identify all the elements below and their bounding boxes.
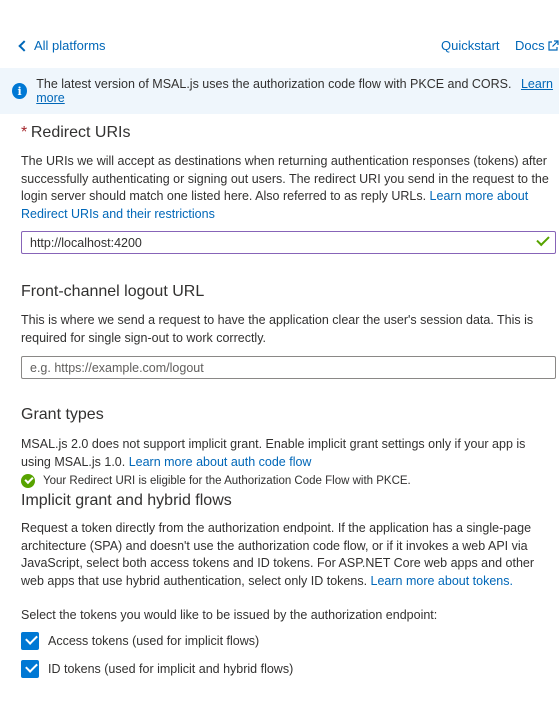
logout-url-placeholder: e.g. https://example.com/logout [30, 360, 204, 375]
top-navigation: All platforms Quickstart Docs [18, 38, 559, 58]
implicit-grant-heading: Implicit grant and hybrid flows [21, 492, 232, 509]
info-banner: i The latest version of MSAL.js uses the… [0, 68, 559, 114]
all-platforms-label: All platforms [34, 38, 106, 53]
implicit-grant-description: Request a token directly from the author… [21, 520, 557, 590]
logout-url-description: This is where we send a request to have … [21, 313, 534, 345]
docs-label: Docs [515, 38, 545, 53]
access-tokens-label: Access tokens (used for implicit flows) [48, 634, 260, 648]
info-icon: i [12, 83, 28, 99]
quickstart-link[interactable]: Quickstart [441, 38, 500, 53]
auth-code-flow-link[interactable]: Learn more about auth code flow [129, 455, 312, 469]
all-platforms-link[interactable]: All platforms [18, 38, 106, 53]
redirect-uris-title: Redirect URIs [30, 124, 131, 141]
redirect-uri-input[interactable]: http://localhost:4200 [21, 231, 556, 254]
tokens-learn-more-link[interactable]: Learn more about tokens. [371, 574, 513, 588]
pkce-eligible-message: Your Redirect URI is eligible for the Au… [21, 474, 411, 488]
logout-url-input[interactable]: e.g. https://example.com/logout [21, 356, 556, 379]
redirect-uri-value: http://localhost:4200 [30, 235, 142, 250]
grant-types-heading: Grant types [21, 406, 104, 423]
pkce-eligible-text: Your Redirect URI is eligible for the Au… [43, 475, 411, 487]
valid-check-icon [536, 232, 550, 247]
id-tokens-checkbox[interactable] [21, 660, 39, 678]
logout-url-heading: Front-channel logout URL [21, 283, 205, 300]
chevron-left-icon [18, 40, 30, 52]
banner-message: The latest version of MSAL.js uses the a… [36, 77, 512, 91]
access-tokens-checkbox[interactable] [21, 632, 39, 650]
success-check-icon [21, 474, 35, 488]
id-tokens-option[interactable]: ID tokens (used for implicit and hybrid … [21, 660, 293, 678]
required-asterisk: * [21, 124, 28, 141]
id-tokens-label: ID tokens (used for implicit and hybrid … [48, 662, 294, 676]
grant-types-description: MSAL.js 2.0 does not support implicit gr… [21, 436, 557, 471]
external-link-icon [548, 39, 559, 51]
docs-link[interactable]: Docs [515, 38, 559, 53]
access-tokens-option[interactable]: Access tokens (used for implicit flows) [21, 632, 259, 650]
redirect-uris-heading: * Redirect URIs [21, 124, 557, 142]
token-select-prompt: Select the tokens you would like to be i… [21, 608, 438, 622]
redirect-uris-description: The URIs we will accept as destinations … [21, 153, 557, 223]
banner-text: The latest version of MSAL.js uses the a… [36, 77, 559, 105]
